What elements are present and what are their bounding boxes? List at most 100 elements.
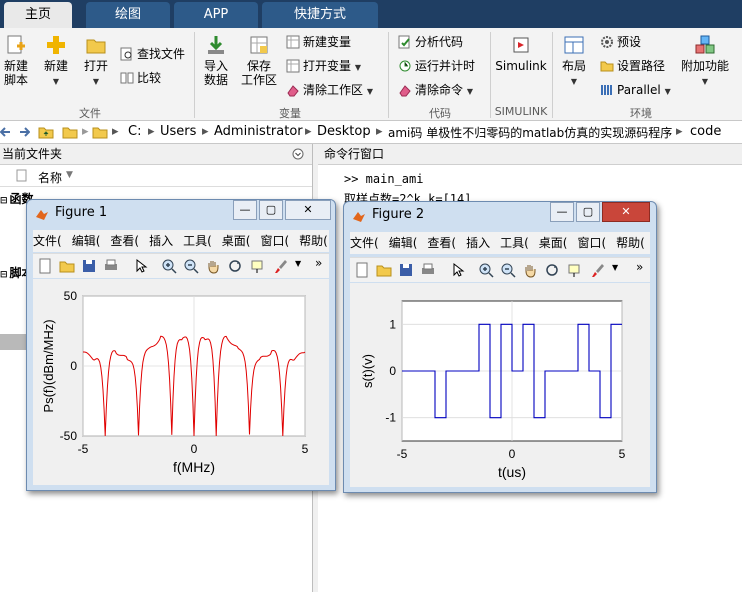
minimize-button[interactable]: — <box>550 202 574 222</box>
x-tick-label: -5 <box>78 442 89 456</box>
rotate-3d-icon[interactable] <box>227 258 243 274</box>
find-files-icon <box>120 47 132 61</box>
matlab-logo-icon <box>353 212 365 222</box>
import-data-label: 导入 数据 <box>203 59 228 87</box>
caret-down-icon[interactable]: ▼ <box>612 263 618 272</box>
rotate-3d-icon[interactable] <box>544 262 560 278</box>
menu-desktop[interactable]: 桌面( <box>222 234 251 248</box>
save-icon[interactable] <box>81 258 97 274</box>
toolbar-overflow-icon[interactable]: » <box>636 260 643 274</box>
figure-2-window[interactable]: Figure 2 — ▢ ✕ 文件(编辑(查看(插入 工具(桌面(窗口(帮助( ▼… <box>343 201 657 493</box>
open-file-icon[interactable] <box>59 258 75 274</box>
zoom-in-icon[interactable] <box>161 258 177 274</box>
minimize-button[interactable]: — <box>233 200 257 220</box>
zoom-out-icon[interactable] <box>183 258 199 274</box>
compare-icon <box>120 72 134 84</box>
panel-options-icon[interactable] <box>292 148 304 160</box>
back-arrow-icon[interactable] <box>0 125 12 139</box>
menu-help[interactable]: 帮助( <box>299 234 328 248</box>
browse-folder-icon[interactable] <box>62 124 78 140</box>
column-name-header[interactable]: 名称 <box>38 169 62 186</box>
menu-insert[interactable]: 插入 <box>149 234 173 248</box>
breadcrumb-users[interactable]: Users <box>160 124 196 139</box>
new-variable-button[interactable]: 新建变量 <box>286 34 351 50</box>
matlab-logo-icon <box>36 210 48 220</box>
save-icon[interactable] <box>398 262 414 278</box>
new-figure-icon[interactable] <box>37 258 53 274</box>
pan-hand-icon[interactable] <box>205 258 221 274</box>
run-and-time-button[interactable]: 运行并计时 <box>398 58 475 74</box>
waveform-chart[interactable]: -5 0 510-1t(us)s(t)(v) <box>350 283 650 487</box>
menu-view[interactable]: 查看( <box>110 234 139 248</box>
caret-down-icon[interactable]: ▼ <box>295 259 301 268</box>
tab-home[interactable]: 主页 <box>4 2 72 28</box>
menu-window[interactable]: 窗口( <box>577 236 606 250</box>
addons-button[interactable]: 附加功能 ▼ <box>680 34 730 89</box>
menu-view[interactable]: 查看( <box>427 236 456 250</box>
menu-tools[interactable]: 工具( <box>183 234 212 248</box>
pointer-icon[interactable] <box>133 258 149 274</box>
selected-file-row[interactable] <box>0 334 26 350</box>
menu-window[interactable]: 窗口( <box>260 234 289 248</box>
zoom-out-icon[interactable] <box>500 262 516 278</box>
breadcrumb-desktop[interactable]: Desktop <box>317 124 371 139</box>
open-file-icon[interactable] <box>376 262 392 278</box>
menu-file[interactable]: 文件( <box>350 236 379 250</box>
clear-commands-button[interactable]: 清除命令 ▼ <box>398 82 473 100</box>
psd-chart[interactable]: -5 0 5500-50f(MHz)Ps(f)(dBm/MHz) <box>33 279 329 485</box>
import-data-button[interactable]: 导入 数据 <box>200 34 232 87</box>
breadcrumb-code[interactable]: code <box>690 124 721 139</box>
print-icon[interactable] <box>420 262 436 278</box>
menu-insert[interactable]: 插入 <box>466 236 490 250</box>
toolbar-overflow-icon[interactable]: » <box>315 256 322 270</box>
breadcrumb-administrator[interactable]: Administrator <box>214 124 303 139</box>
data-cursor-icon[interactable] <box>249 258 265 274</box>
maximize-button[interactable]: ▢ <box>259 200 283 220</box>
menu-edit[interactable]: 编辑( <box>389 236 418 250</box>
group-divider <box>194 32 195 118</box>
brush-icon[interactable] <box>273 258 289 274</box>
figure-1-window[interactable]: Figure 1 — ▢ ✕ 文件(编辑(查看(插入 工具(桌面(窗口(帮助( ▼… <box>26 199 336 491</box>
compare-button[interactable]: 比较 <box>120 70 161 86</box>
new-button[interactable]: 新建 ▼ <box>40 34 72 89</box>
new-script-button[interactable]: 新建 脚本 <box>2 34 30 87</box>
address-bar: ▸ ▸ C: ▸ Users ▸ Administrator ▸ Desktop… <box>0 121 742 144</box>
forward-arrow-icon[interactable] <box>18 125 30 139</box>
clear-workspace-button[interactable]: 清除工作区 ▼ <box>286 82 373 100</box>
maximize-button[interactable]: ▢ <box>576 202 600 222</box>
data-cursor-icon[interactable] <box>566 262 582 278</box>
tab-plots[interactable]: 绘图 <box>86 2 170 28</box>
close-button[interactable]: ✕ <box>602 202 650 222</box>
new-figure-icon[interactable] <box>354 262 370 278</box>
zoom-in-icon[interactable] <box>478 262 494 278</box>
parallel-button[interactable]: Parallel ▼ <box>600 82 671 100</box>
x-tick-label: -5 <box>397 447 408 461</box>
breadcrumb-drive[interactable]: C: <box>128 124 141 139</box>
close-button[interactable]: ✕ <box>285 200 331 220</box>
pan-hand-icon[interactable] <box>522 262 538 278</box>
menu-file[interactable]: 文件( <box>33 234 62 248</box>
run-and-time-label: 运行并计时 <box>415 59 476 73</box>
collapse-icon: ⊟ <box>0 196 8 206</box>
print-icon[interactable] <box>103 258 119 274</box>
open-button[interactable]: 打开 ▼ <box>80 34 112 89</box>
preferences-button[interactable]: 预设 <box>600 34 641 50</box>
tab-shortcuts[interactable]: 快捷方式 <box>262 2 378 28</box>
up-folder-icon[interactable] <box>38 124 54 140</box>
pointer-icon[interactable] <box>450 262 466 278</box>
simulink-button[interactable]: Simulink <box>494 34 548 73</box>
menu-edit[interactable]: 编辑( <box>72 234 101 248</box>
analyze-code-button[interactable]: 分析代码 <box>398 34 463 50</box>
set-path-button[interactable]: 设置路径 <box>600 58 665 74</box>
simulink-icon <box>513 37 529 53</box>
find-files-button[interactable]: 查找文件 <box>120 46 185 62</box>
open-variable-button[interactable]: 打开变量 ▼ <box>286 58 361 76</box>
save-workspace-button[interactable]: 保存 工作区 <box>240 34 278 87</box>
tab-apps[interactable]: APP <box>174 2 258 28</box>
menu-desktop[interactable]: 桌面( <box>539 236 568 250</box>
breadcrumb-project[interactable]: ami码 单极性不归零码的matlab仿真的实现源码程序 <box>388 124 672 141</box>
menu-help[interactable]: 帮助( <box>616 236 645 250</box>
layout-button[interactable]: 布局 ▼ <box>558 34 590 89</box>
brush-icon[interactable] <box>590 262 606 278</box>
menu-tools[interactable]: 工具( <box>500 236 529 250</box>
